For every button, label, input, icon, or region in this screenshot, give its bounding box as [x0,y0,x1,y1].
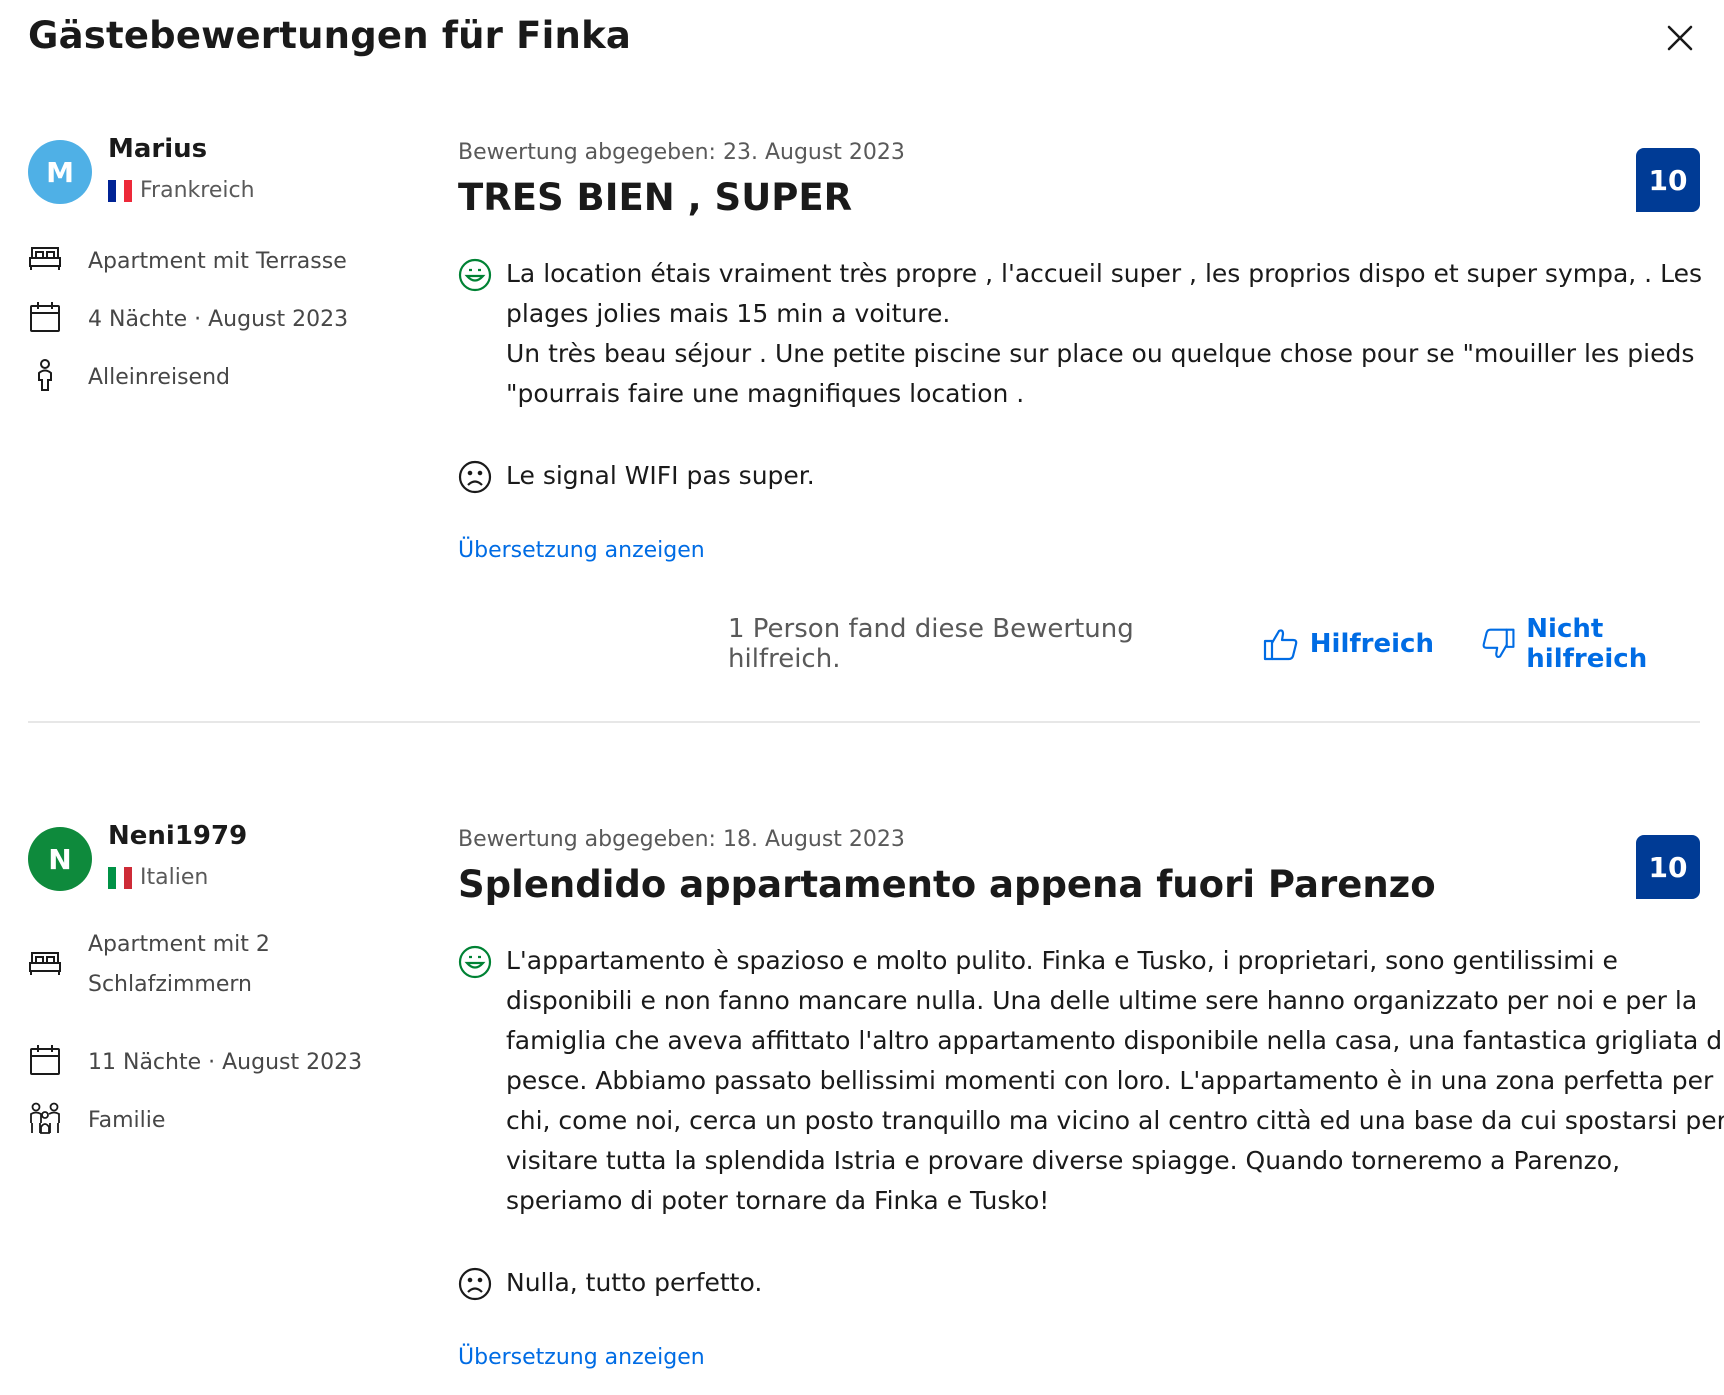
country-label: Frankreich [140,178,255,203]
review-title: TRES BIEN , SUPER [458,176,853,219]
bed-icon [29,247,61,270]
modal-title: Gästebewertungen für Finka [28,14,632,57]
calendar-icon [30,1045,60,1075]
helpful-votes: 1 Person fand diese Bewertung hilfreich.… [728,614,1724,674]
reviewer-country: Italien [108,865,208,890]
helpful-count: 1 Person fand diese Bewertung hilfreich. [728,614,1134,674]
negative-comment: Nulla, tutto perfetto. [458,1263,1724,1303]
score-badge: 10 [1636,835,1700,899]
avatar: N [28,827,92,891]
positive-text: Un très beau séjour . Une petite piscine… [506,339,1695,408]
reviewer-country: Frankreich [108,178,255,203]
reviews-modal: Gästebewertungen für Finka M Marius Fran… [0,0,1724,1395]
avatar: M [28,140,92,204]
traveler-type: Familie [28,1101,378,1141]
not-helpful-button[interactable]: Nicht hilfreich [1480,614,1724,674]
score-badge: 10 [1636,148,1700,212]
italy-flag-icon [108,866,132,889]
positive-comment: La location étais vraiment très propre ,… [458,254,1724,414]
review-date: Bewertung abgegeben: 18. August 2023 [458,827,905,852]
not-helpful-label: Nicht hilfreich [1526,614,1648,674]
reviewer-name: Neni1979 [108,821,248,851]
room-type: Apartment mit 2 Schlafzimmern [28,925,288,1005]
calendar-icon [30,302,60,332]
room-type: Apartment mit Terrasse [28,242,378,282]
positive-text: La location étais vraiment très propre ,… [506,259,1702,328]
show-translation-link[interactable]: Übersetzung anzeigen [458,1345,705,1370]
solo-traveler-icon [38,359,52,391]
positive-comment: L'appartamento è spazioso e molto pulito… [458,941,1724,1221]
negative-text: Nulla, tutto perfetto. [506,1268,763,1297]
positive-text: L'appartamento è spazioso e molto pulito… [506,946,1724,1215]
france-flag-icon [108,179,132,202]
review-divider [28,721,1700,723]
negative-text: Le signal WIFI pas super. [506,461,815,490]
review-title: Splendido appartamento appena fuori Pare… [458,863,1436,906]
country-label: Italien [140,865,209,890]
reviewer-name: Marius [108,134,208,164]
smiley-happy-icon [458,945,492,979]
bed-icon [29,952,61,975]
family-icon [30,1102,60,1134]
thumbs-up-icon [1263,629,1298,661]
helpful-button[interactable]: Hilfreich [1262,625,1434,663]
smiley-happy-icon [458,258,492,292]
review-date: Bewertung abgegeben: 23. August 2023 [458,140,905,165]
negative-comment: Le signal WIFI pas super. [458,456,1724,496]
helpful-label: Hilfreich [1309,629,1434,659]
smiley-sad-icon [458,1267,492,1301]
thumbs-down-icon [1482,628,1515,659]
show-translation-link[interactable]: Übersetzung anzeigen [458,538,705,563]
smiley-sad-icon [458,460,492,494]
close-icon[interactable] [1660,18,1700,58]
traveler-type: Alleinreisend [28,358,378,398]
stay-duration: 11 Nächte · August 2023 [28,1043,378,1083]
stay-duration: 4 Nächte · August 2023 [28,300,378,340]
